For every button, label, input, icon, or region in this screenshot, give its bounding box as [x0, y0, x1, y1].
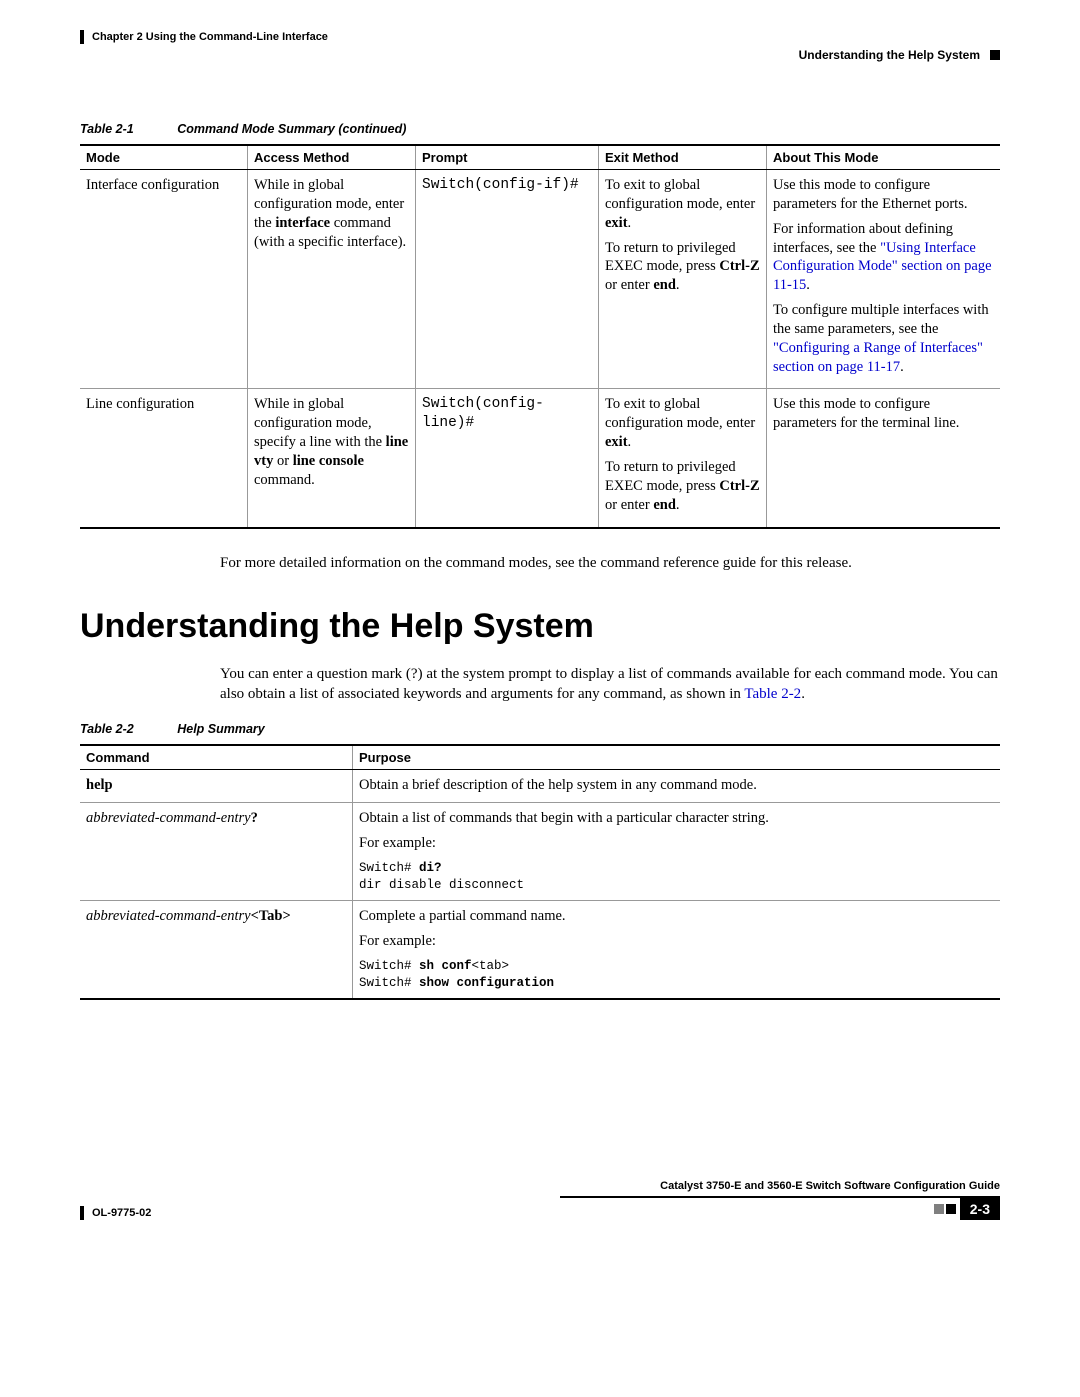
col-prompt: Prompt — [416, 145, 599, 170]
table1-number: Table 2-1 — [80, 122, 134, 136]
col-exit: Exit Method — [599, 145, 767, 170]
page-footer: OL-9775-02 Catalyst 3750-E and 3560-E Sw… — [80, 1180, 1000, 1220]
running-header-left: Chapter 2 Using the Command-Line Interfa… — [80, 30, 1000, 44]
purpose-cell: Complete a partial command name. For exa… — [353, 900, 1001, 998]
prompt-cell: Switch(config-if)# — [416, 170, 599, 389]
prompt-cell: Switch(config-line)# — [416, 389, 599, 528]
about-cell: Use this mode to configure parameters fo… — [767, 389, 1001, 528]
col-about: About This Mode — [767, 145, 1001, 170]
body-para: For more detailed information on the com… — [220, 553, 1000, 573]
doc-id: OL-9775-02 — [92, 1207, 151, 1219]
section-label: Understanding the Help System — [799, 48, 980, 62]
purpose-cell: Obtain a brief description of the help s… — [353, 770, 1001, 803]
col-purpose: Purpose — [353, 745, 1001, 770]
table-row: Interface configuration While in global … — [80, 170, 1000, 389]
table2-number: Table 2-2 — [80, 722, 134, 736]
exit-cell: To exit to global configuration mode, en… — [599, 170, 767, 389]
cmd-cell: help — [80, 770, 353, 803]
section-heading: Understanding the Help System — [80, 607, 1000, 646]
command-mode-table: Mode Access Method Prompt Exit Method Ab… — [80, 144, 1000, 529]
mode-cell: Interface configuration — [80, 170, 248, 389]
table-row: abbreviated-command-entry<Tab> Complete … — [80, 900, 1000, 998]
table-row: abbreviated-command-entry? Obtain a list… — [80, 802, 1000, 900]
guide-title: Catalyst 3750-E and 3560-E Switch Softwa… — [560, 1180, 1000, 1192]
access-cell: While in global configuration mode, ente… — [248, 170, 416, 389]
running-header-right: Understanding the Help System — [80, 48, 1000, 62]
table2-title: Help Summary — [177, 722, 265, 736]
mode-cell: Line configuration — [80, 389, 248, 528]
body-para: You can enter a question mark (?) at the… — [220, 664, 1000, 705]
access-cell: While in global configuration mode, spec… — [248, 389, 416, 528]
xref-link[interactable]: Table 2-2 — [744, 686, 801, 702]
purpose-cell: Obtain a list of commands that begin wit… — [353, 802, 1001, 900]
about-cell: Use this mode to configure parameters fo… — [767, 170, 1001, 389]
table2-caption: Table 2-2 Help Summary — [80, 722, 1000, 736]
cmd-cell: abbreviated-command-entry<Tab> — [80, 900, 353, 998]
help-summary-table: Command Purpose help Obtain a brief desc… — [80, 744, 1000, 999]
table1-title: Command Mode Summary (continued) — [177, 122, 406, 136]
col-access: Access Method — [248, 145, 416, 170]
table-row: Line configuration While in global confi… — [80, 389, 1000, 528]
cmd-cell: abbreviated-command-entry? — [80, 802, 353, 900]
col-mode: Mode — [80, 145, 248, 170]
xref-link[interactable]: "Configuring a Range of Interfaces" sect… — [773, 340, 983, 375]
table-row: help Obtain a brief description of the h… — [80, 770, 1000, 803]
page-number: 2-3 — [960, 1198, 1000, 1220]
col-command: Command — [80, 745, 353, 770]
chapter-label: Chapter 2 Using the Command-Line Interfa… — [92, 31, 328, 43]
exit-cell: To exit to global configuration mode, en… — [599, 389, 767, 528]
table1-caption: Table 2-1 Command Mode Summary (continue… — [80, 122, 1000, 136]
